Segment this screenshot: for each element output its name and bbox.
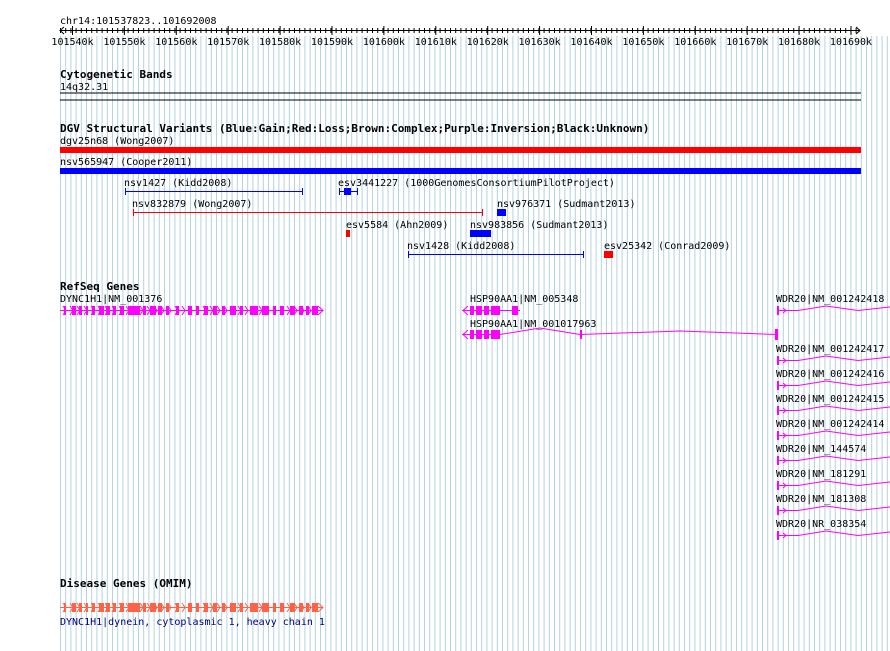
wdr20-exon bbox=[777, 431, 779, 440]
exon bbox=[290, 306, 295, 315]
dgv-label-6: esv5584 (Ahn2009) bbox=[346, 220, 448, 231]
gene-label-0: DYNC1H1|NM_001376 bbox=[60, 294, 162, 305]
ruler-tick-label: 101540k bbox=[51, 37, 93, 48]
ruler-tick-label: 101590k bbox=[311, 37, 353, 48]
cytoband-bar-top bbox=[60, 92, 861, 94]
gene-hsp90aa1-nm005348[interactable] bbox=[462, 305, 520, 316]
wdr20-exon bbox=[777, 456, 779, 465]
ruler-track: chr14:101537823..101692008 101540k 101550… bbox=[51, 16, 872, 48]
wdr20-exon bbox=[777, 381, 779, 390]
dgv-label-3: esv3441227 (1000GenomesConsortiumPilotPr… bbox=[338, 178, 615, 189]
dgv-feature-0[interactable] bbox=[60, 147, 861, 153]
ruler-tick-label: 101630k bbox=[519, 37, 561, 48]
wdr20-label: WDR20|NM_001242417 bbox=[776, 344, 884, 355]
ruler-tick-label: 101680k bbox=[778, 37, 820, 48]
gene-dync1h1[interactable] bbox=[60, 305, 324, 316]
track-canvas: chr14:101537823..101692008 101540k 101550… bbox=[51, 16, 890, 651]
exon bbox=[312, 306, 318, 315]
dgv-feature-2[interactable] bbox=[125, 188, 303, 195]
dgv-feature-5[interactable] bbox=[497, 209, 506, 216]
ruler-tick-label: 101670k bbox=[726, 37, 768, 48]
wdr20-intron bbox=[779, 405, 890, 412]
exon bbox=[230, 603, 236, 612]
gene-label-2: HSP90AA1|NM_001017963 bbox=[470, 319, 596, 330]
ruler-tick-label: 101610k bbox=[415, 37, 457, 48]
exon bbox=[250, 306, 258, 315]
refseq-title: RefSeq Genes bbox=[60, 280, 139, 293]
wdr20-label: WDR20|NR_038354 bbox=[776, 519, 866, 530]
gene-label-1: HSP90AA1|NM_005348 bbox=[470, 294, 578, 305]
wdr20-exon bbox=[777, 406, 779, 415]
wdr20-intron bbox=[779, 480, 890, 487]
wdr20-intron bbox=[779, 505, 890, 512]
wdr20-exon bbox=[777, 531, 779, 540]
wdr20-intron bbox=[779, 305, 890, 312]
dgv-label-4: nsv832879 (Wong2007) bbox=[132, 199, 252, 210]
dgv-feature-3[interactable] bbox=[339, 188, 358, 195]
exon bbox=[312, 603, 318, 612]
wdr20-intron bbox=[779, 355, 890, 362]
dgv-label-8: nsv1428 (Kidd2008) bbox=[407, 241, 515, 252]
ruler-tick-label: 101620k bbox=[467, 37, 509, 48]
dgv-label-9: esv25342 (Conrad2009) bbox=[604, 241, 730, 252]
ruler-tick-label: 101660k bbox=[674, 37, 716, 48]
exon bbox=[262, 306, 269, 315]
ruler-tick-label: 101690k bbox=[830, 37, 872, 48]
dgv-feature-6[interactable] bbox=[346, 230, 350, 237]
dgv-label-7: nsv983856 (Sudmant2013) bbox=[470, 220, 608, 231]
wdr20-exon bbox=[777, 506, 779, 515]
dgv-feature-7[interactable] bbox=[470, 230, 491, 237]
genome-browser-panel: chr14:101537823..101692008 101540k 101550… bbox=[0, 0, 890, 651]
exon bbox=[250, 603, 258, 612]
dgv-label-2: nsv1427 (Kidd2008) bbox=[124, 178, 232, 189]
exon bbox=[230, 306, 236, 315]
ruler-tick-label: 101640k bbox=[570, 37, 612, 48]
ruler-tick-label: 101550k bbox=[103, 37, 145, 48]
wdr20-label: WDR20|NM_001242414 bbox=[776, 419, 884, 430]
wdr20-label: WDR20|NM_181308 bbox=[776, 494, 866, 505]
wdr20-label: WDR20|NM_144574 bbox=[776, 444, 866, 455]
dgv-title: DGV Structural Variants (Blue:Gain;Red:L… bbox=[60, 122, 649, 135]
refseq-track[interactable]: RefSeq Genes DYNC1H1|NM_001376 HSP90AA1|… bbox=[60, 280, 890, 540]
wdr20-gene-group[interactable]: WDR20|NM_001242418 WDR20|NM_001242417 WDR2… bbox=[776, 294, 890, 540]
ruler-tick-label: 101600k bbox=[363, 37, 405, 48]
cytoband-label: 14q32.31 bbox=[60, 82, 108, 93]
wdr20-exon bbox=[777, 481, 779, 490]
location-label: chr14:101537823..101692008 bbox=[60, 16, 217, 27]
wdr20-intron bbox=[779, 430, 890, 437]
omim-gene-dync1h1[interactable] bbox=[60, 602, 324, 613]
exon bbox=[290, 603, 295, 612]
ruler-tick-label: 101570k bbox=[207, 37, 249, 48]
ruler-tick-label: 101580k bbox=[259, 37, 301, 48]
omim-label: DYNC1H1|dynein, cytoplasmic 1, heavy cha… bbox=[60, 617, 325, 628]
wdr20-label: WDR20|NM_001242416 bbox=[776, 369, 884, 380]
dgv-feature-1[interactable] bbox=[60, 168, 861, 174]
wdr20-intron bbox=[779, 380, 890, 387]
omim-track[interactable]: Disease Genes (OMIM) DYNC1H1|dynein, cyt… bbox=[60, 577, 325, 628]
omim-title: Disease Genes (OMIM) bbox=[60, 577, 192, 590]
ruler-tick-label: 101560k bbox=[155, 37, 197, 48]
ruler-tick-label: 101650k bbox=[622, 37, 664, 48]
exon bbox=[262, 603, 269, 612]
wdr20-exon bbox=[777, 356, 779, 365]
wdr20-intron bbox=[779, 530, 890, 537]
ruler-axis bbox=[59, 26, 861, 35]
dgv-label-5: nsv976371 (Sudmant2013) bbox=[497, 199, 635, 210]
wdr20-intron bbox=[779, 455, 890, 462]
dgv-label-0: dgv25n68 (Wong2007) bbox=[60, 136, 174, 147]
cytoband-title: Cytogenetic Bands bbox=[60, 68, 173, 81]
wdr20-label: WDR20|NM_001242415 bbox=[776, 394, 884, 405]
wdr20-label: WDR20|NM_001242418 bbox=[776, 294, 884, 305]
wdr20-label: WDR20|NM_181291 bbox=[776, 469, 866, 480]
cytoband-bar-bottom bbox=[60, 99, 861, 101]
wdr20-exon bbox=[777, 306, 779, 315]
dgv-label-1: nsv565947 (Cooper2011) bbox=[60, 157, 192, 168]
dgv-feature-9[interactable] bbox=[604, 251, 613, 258]
